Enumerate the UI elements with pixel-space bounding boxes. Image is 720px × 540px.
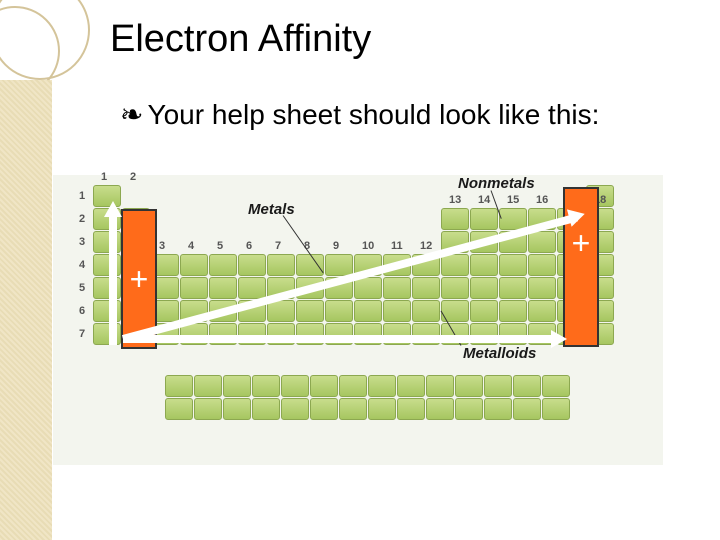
pt-cell [513,375,541,397]
pt-cell [455,398,483,420]
pt-cell [542,375,570,397]
bullet-icon: ❧ [120,98,143,132]
pt-cell [528,277,556,299]
pt-cell [441,208,469,230]
col-number: 15 [507,194,519,206]
pt-cell [325,300,353,322]
pt-cell [209,254,237,276]
pt-cell [223,398,251,420]
pt-cell [165,398,193,420]
bullet-text: Your help sheet should look like this: [147,99,599,131]
row-number: 7 [79,328,85,340]
col-number: 1 [101,171,107,183]
pt-cell [528,231,556,253]
pt-cell [513,398,541,420]
col-number: 14 [478,194,490,206]
pt-cell [426,375,454,397]
page-title: Electron Affinity [110,18,371,61]
pt-cell [441,254,469,276]
col-number: 16 [536,194,548,206]
pt-cell [528,254,556,276]
col-number: 6 [246,240,252,252]
arrow-right-head-icon [551,330,567,348]
col-number: 7 [275,240,281,252]
pt-cell [354,277,382,299]
arrow-right [123,335,553,343]
pt-cell [296,300,324,322]
col-number: 11 [391,240,403,252]
pt-cell [499,254,527,276]
bullet-line: ❧ Your help sheet should look like this: [120,98,599,132]
col-number: 10 [362,240,374,252]
pt-cell [252,398,280,420]
col-number: 5 [217,240,223,252]
pt-cell [354,300,382,322]
pt-cell [223,375,251,397]
row-number: 2 [79,213,85,225]
pt-cell [484,375,512,397]
pt-cell [528,300,556,322]
pt-cell [267,254,295,276]
pt-cell [368,398,396,420]
pt-cell [339,375,367,397]
pt-cell [412,300,440,322]
pt-cell [470,300,498,322]
label-metals: Metals [248,201,295,218]
plus-marker: + [130,261,149,298]
pt-cell [441,277,469,299]
pt-cell [426,398,454,420]
pt-cell [412,277,440,299]
pt-cell [383,300,411,322]
pt-cell [470,277,498,299]
pt-cell [281,375,309,397]
row-number: 3 [79,236,85,248]
pt-cell [180,254,208,276]
pt-cell [165,375,193,397]
arrow-up-head-icon [104,201,122,217]
col-number: 2 [130,171,136,183]
pt-cell [252,375,280,397]
pt-cell [281,398,309,420]
pt-cell [455,375,483,397]
pt-cell [238,277,266,299]
pt-cell [397,398,425,420]
pt-cell [368,375,396,397]
side-texture [0,80,52,540]
col-number: 9 [333,240,339,252]
pt-cell [296,254,324,276]
pt-cell [383,277,411,299]
pt-cell [339,398,367,420]
pt-cell [499,300,527,322]
label-nonmetals: Nonmetals [458,175,535,192]
pt-cell [542,398,570,420]
row-number: 6 [79,305,85,317]
pt-cell [397,375,425,397]
pt-cell [325,254,353,276]
pt-cell [499,277,527,299]
col-number: 4 [188,240,194,252]
pt-cell [310,375,338,397]
pt-cell [238,254,266,276]
row-number: 5 [79,282,85,294]
pt-cell [194,375,222,397]
pt-cell [310,398,338,420]
periodic-table-figure: 1234567123456789101112131415161718 Metal… [53,175,663,465]
row-number: 1 [79,190,85,202]
col-number: 3 [159,240,165,252]
pt-cell [470,208,498,230]
arrow-up [109,215,117,345]
pt-cell [194,398,222,420]
pt-cell [470,254,498,276]
plus-marker: + [572,225,591,262]
pt-cell [484,398,512,420]
col-number: 13 [449,194,461,206]
col-number: 12 [420,240,432,252]
row-number: 4 [79,259,85,271]
pt-cell [180,277,208,299]
label-metalloids: Metalloids [463,345,536,362]
pt-cell [209,277,237,299]
